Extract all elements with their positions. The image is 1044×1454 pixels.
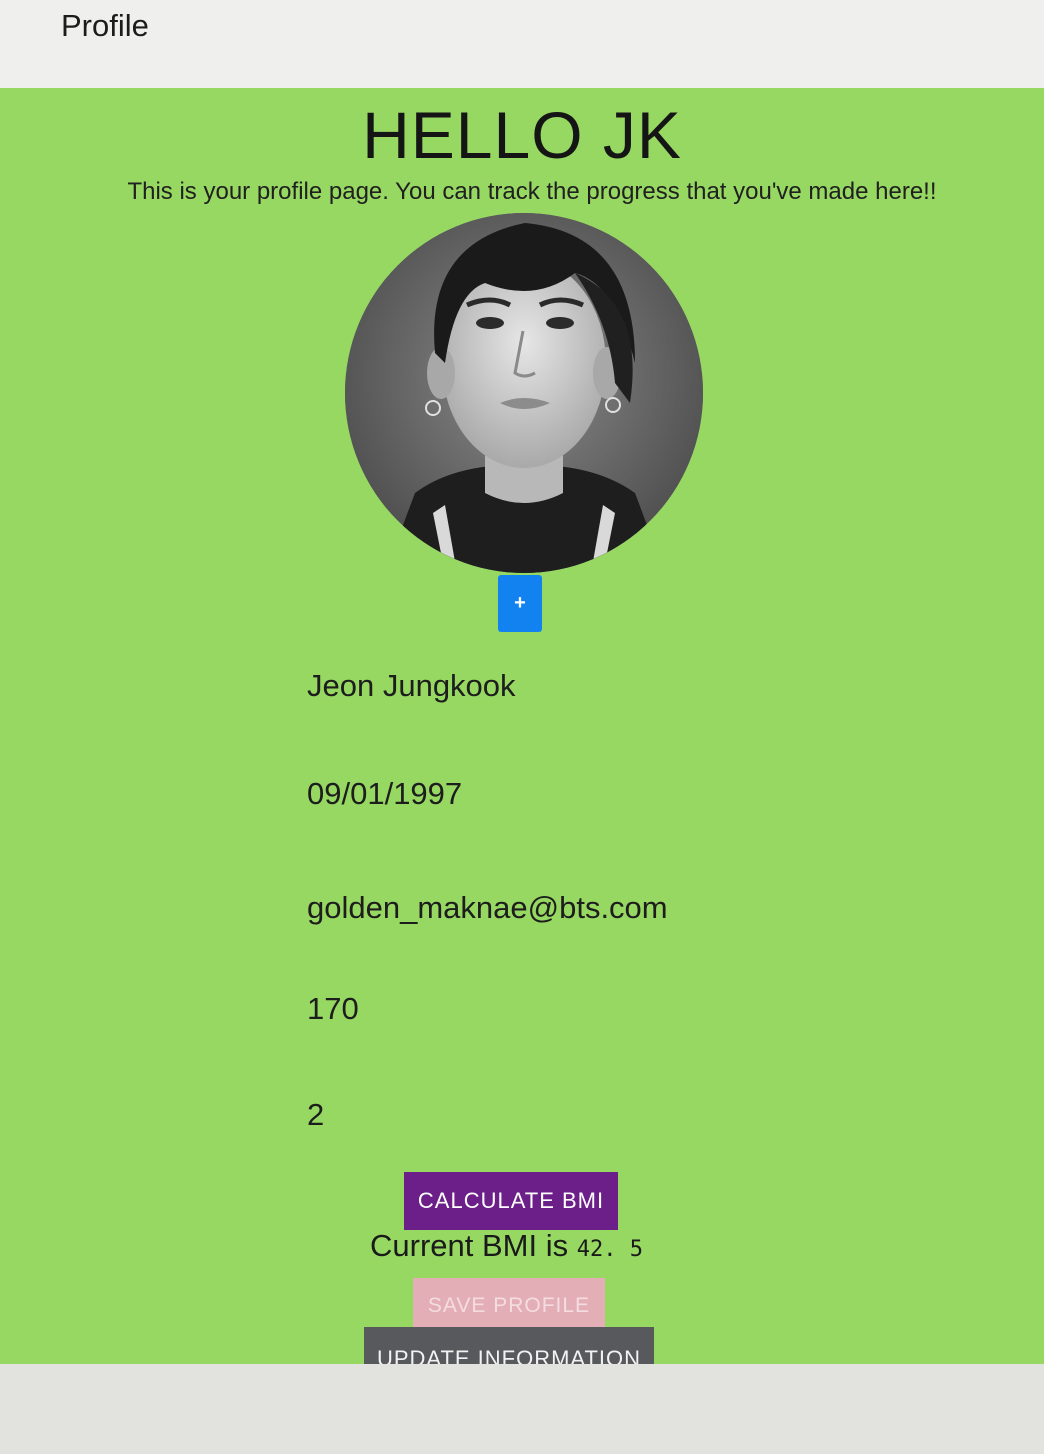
profile-avatar	[345, 213, 703, 573]
bottom-bar	[0, 1364, 1044, 1454]
bmi-value: 42. 5	[576, 1237, 643, 1262]
bmi-label: Current BMI is	[370, 1228, 569, 1263]
top-bar: Profile	[0, 0, 1044, 89]
profile-height: 170	[307, 991, 359, 1026]
page-header-title: Profile	[61, 8, 149, 43]
profile-name: Jeon Jungkook	[307, 668, 516, 703]
avatar-photo	[345, 213, 703, 573]
profile-birthdate: 09/01/1997	[307, 776, 463, 811]
profile-weight: 2	[307, 1097, 325, 1132]
add-photo-button[interactable]: +	[498, 575, 542, 632]
profile-email: golden_maknae@bts.com	[307, 890, 668, 925]
greeting-heading: HELLO JK	[362, 98, 682, 172]
save-profile-button[interactable]: SAVE PROFILE	[413, 1278, 605, 1334]
current-bmi-text: Current BMI is 42. 5	[370, 1228, 643, 1264]
profile-intro-text: This is your profile page. You can track…	[127, 178, 937, 205]
calculate-bmi-button[interactable]: CALCULATE BMI	[404, 1172, 618, 1230]
